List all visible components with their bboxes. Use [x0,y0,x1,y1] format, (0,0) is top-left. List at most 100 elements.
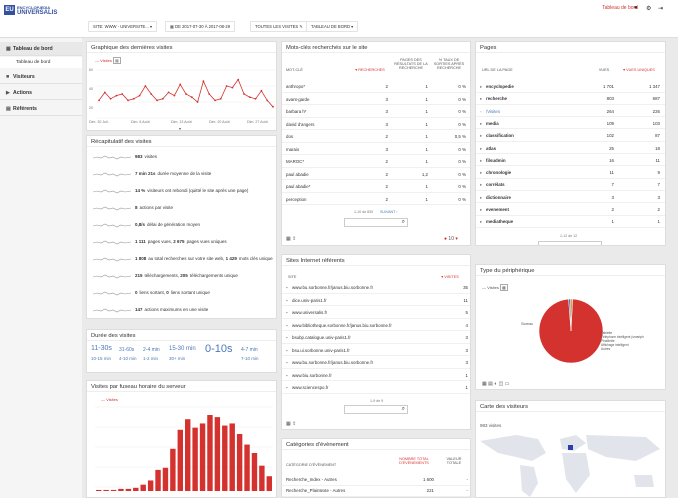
column-header[interactable]: VUES [594,68,614,72]
widget-expand-icon[interactable]: ▾ [179,126,181,130]
sidebar-item-referrers[interactable]: ▤ Référents [0,102,82,116]
sidebar-item-dashboard[interactable]: ▦ Tableau de bord [0,42,82,56]
table-row[interactable]: anthropo* 2 1 0 % [282,82,470,93]
hours-bar-chart[interactable] [95,405,273,493]
visualization-icons[interactable]: ▦ ▤ ◐ ◫ ▭ [482,381,509,387]
limit-selector[interactable]: ● 10 ▾ [444,236,458,242]
table-row[interactable]: ▸ mediatheque 1 1 [476,217,665,228]
table-row[interactable]: ▪ www.bu.sorbonne.fr/janus.biu.sorbonne.f… [282,283,470,294]
legend-visits[interactable]: — Visites [101,397,118,402]
period-selector[interactable]: ▦ DE 2017-07-30 À 2017-08-29 [165,21,236,32]
table-row[interactable]: ▸ chronologie 11 9 [476,168,665,179]
search-input[interactable]: ⌕ [344,218,408,227]
column-header-sorted[interactable]: ▾ VUES UNIQUES [616,68,662,72]
table-row[interactable]: ▸ recherche 803 687 [476,94,665,105]
sparkline[interactable] [93,239,131,245]
table-row[interactable]: ▸ corrélats 7 7 [476,180,665,191]
cloud-word[interactable]: 11-30s [91,345,112,352]
table-row[interactable]: ▪ www.sciencespo.fr 1 [282,383,470,394]
sparkline[interactable] [93,256,131,262]
sparkline[interactable] [93,273,131,279]
search-input[interactable]: ⌕ [344,405,408,414]
legend-toggle-icon[interactable]: ▦ [112,57,121,64]
table-row[interactable]: MAROC* 2 1 0 % [282,157,470,168]
brand-logo[interactable]: EU ENCYCLOPÆDIA UNIVERSALIS [4,3,57,17]
sparkline[interactable] [93,222,131,228]
table-row[interactable]: dos 2 1 0,5 % [282,132,470,143]
table-row[interactable]: ▫ /Visites 264 226 [476,107,665,118]
column-header[interactable]: SITE [288,275,296,279]
logout-icon[interactable]: ⇥ [658,5,663,12]
table-row[interactable]: barbara h* 3 1 0 % [282,107,470,118]
sidebar-item-actions[interactable]: ▶ Actions [0,86,82,100]
table-row[interactable]: ▸ media 109 103 [476,119,665,130]
table-row[interactable]: ▪ www.universalis.fr 5 [282,308,470,319]
table-row[interactable]: Recherche_Index - Autres 1 600 - [282,475,470,486]
cloud-word[interactable]: 30+ min [169,356,185,361]
site-selector[interactable]: SITE: WWW - UNIVERSITE... ▾ [88,21,158,32]
table-view-icon[interactable]: ▦ ⇪ [286,236,296,242]
table-row[interactable]: ▸ classification 102 87 [476,131,665,142]
cloud-word[interactable]: 4-10 min [119,356,137,361]
world-map[interactable] [476,431,666,498]
column-header-sorted[interactable]: ▾ RECHERCHES [352,68,388,72]
cloud-word[interactable]: 2-4 min [143,347,160,353]
sparkline[interactable] [93,307,131,313]
table-row[interactable]: ▸ encyclopedie 1 701 1 347 [476,82,665,93]
table-row[interactable]: Recherche_Plaintexte - Autres 221 - [282,486,470,497]
table-row[interactable]: avant-garde 3 1 0 % [282,95,470,105]
sidebar-item-visitors[interactable]: ■ Visiteurs [0,70,82,84]
table-view-icon[interactable]: ▦ ⇪ [286,421,296,427]
table-row[interactable]: ▪ bsubp.catalogue.univ-paris1.fr 3 [282,333,470,344]
legend-visits[interactable]: — Visites ▦ [95,57,121,64]
user-icon[interactable]: ● [634,5,638,11]
cloud-word[interactable]: 15-30 min [169,346,196,352]
device-pie-chart[interactable]: BureauTabletteTéléphone intelligent (sma… [476,291,666,373]
cloud-word[interactable]: 1-2 min [143,356,158,361]
column-header[interactable]: PAGES DES RÉSULTATS DE LA RECHERCHE [394,58,428,70]
dashboard-selector[interactable]: TABLEAU DE BORD ▾ [306,21,359,32]
table-row[interactable]: ▪ www.bu.sorbonne.fr/janus.biu.sorbonne.f… [282,358,470,369]
sparkline[interactable] [93,290,131,296]
search-input[interactable] [538,241,602,245]
table-row[interactable]: ▪ www.biu.sorbonne.fr 1 [282,371,470,381]
cloud-word[interactable]: 7-10 min [241,356,259,361]
visits-line-chart[interactable] [97,66,275,120]
sidebar-subitem-dashboard[interactable]: Tableau de bord [0,57,82,68]
sparkline[interactable] [93,188,131,194]
dashboard-link[interactable]: Tableau de bord [602,5,638,11]
table-row[interactable]: ▸ evenement 2 2 [476,205,665,216]
cloud-word[interactable]: 4-7 min [241,347,258,353]
table-row[interactable]: paul abadie 2 1,2 0 % [282,170,470,180]
table-row[interactable]: ▪ www.bibliotheque.sorbonne.fr/janus.biu.… [282,321,470,331]
legend-visits[interactable]: — Visites ▦ [482,284,508,291]
column-header[interactable]: MOT-CLÉ [286,68,303,72]
pager-next[interactable]: SUIVANT › [380,210,397,214]
table-row[interactable]: ▸ filsudmin 16 11 [476,156,665,167]
segment-selector[interactable]: TOUTES LES VISITES ✎ [250,21,308,32]
cloud-word[interactable]: 10-15 min [91,356,111,361]
table-row[interactable]: david d'angers 3 1 0 % [282,120,470,130]
column-header-sorted[interactable]: NOMBRE TOTAL D'ÉVÈNEMENTS [394,457,434,465]
table-row[interactable]: marais 3 1 0 % [282,145,470,155]
sparkline[interactable] [93,205,131,211]
column-header[interactable]: VALEUR TOTALE [440,457,468,465]
gear-icon[interactable]: ⚙ [646,5,651,12]
legend-toggle-icon[interactable]: ▦ [499,284,508,291]
table-row[interactable]: perception 2 1 0 % [282,195,470,205]
table-row[interactable]: ▸ atlas 25 18 [476,144,665,154]
table-row[interactable]: paul abadie* 2 1 0 % [282,182,470,193]
cloud-word[interactable]: 0-10s [205,343,233,355]
sparkline[interactable] [93,154,131,160]
table-row[interactable]: ▸ dictionnaire 3 3 [476,193,665,204]
search-icon[interactable]: ⌕ [402,406,405,413]
cloud-word[interactable]: 31-60s [119,347,134,353]
column-header[interactable]: CATÉGORIE D'ÉVÈNEMENT [286,463,336,467]
column-header[interactable]: URL DE LA PAGE [482,68,513,72]
table-row[interactable]: ▪ dice.univ-paris1.fr 11 [282,296,470,306]
sparkline[interactable] [93,171,131,177]
column-header[interactable]: % TAUX DE SORTIES APRÈS RECHERCHE [432,58,466,70]
search-icon[interactable]: ⌕ [402,219,405,226]
table-row[interactable]: ▪ bsu.ui.sorbonne.univ-paris1.fr 3 [282,346,470,356]
column-header-sorted[interactable]: ▾ VISITES [432,275,468,279]
